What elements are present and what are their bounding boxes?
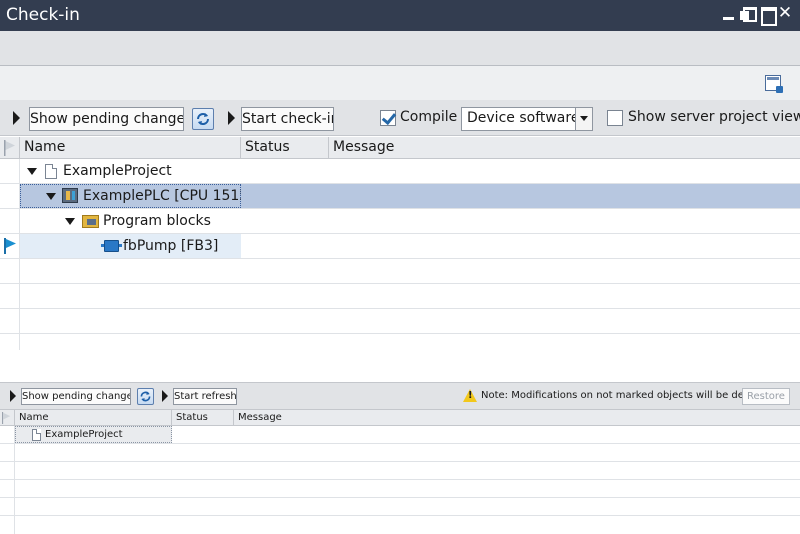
device-software-select[interactable]: Device software (o bbox=[461, 107, 593, 131]
restore-button[interactable]: Restore bbox=[742, 388, 790, 405]
refresh-grid: ExampleProject bbox=[0, 426, 800, 534]
tree-item-label: ExamplePLC [CPU 1515-... bbox=[83, 188, 241, 204]
column-header-status[interactable]: Status bbox=[172, 410, 234, 425]
column-header-name[interactable]: Name bbox=[20, 137, 241, 158]
empty-row bbox=[0, 284, 800, 309]
empty-row bbox=[0, 498, 800, 516]
flag-cell[interactable] bbox=[0, 184, 20, 208]
project-icon bbox=[32, 429, 41, 441]
empty-row bbox=[0, 259, 800, 284]
flag-cell bbox=[0, 498, 15, 515]
empty-row bbox=[0, 480, 800, 498]
tree-item-label: ExampleProject bbox=[63, 163, 172, 179]
toolbar-handle-icon bbox=[10, 390, 16, 402]
function-block-icon bbox=[101, 240, 122, 252]
tree-item-label: ExampleProject bbox=[45, 429, 123, 440]
flag-column-header bbox=[0, 137, 20, 158]
separator-gap bbox=[0, 350, 800, 380]
refresh-icon[interactable] bbox=[192, 108, 214, 130]
toolbar-handle-icon bbox=[228, 111, 235, 125]
empty-row bbox=[0, 462, 800, 480]
tree-row[interactable]: ExampleProject bbox=[0, 426, 800, 444]
checkin-grid: ExampleProject ExamplePLC [CPU 1515-... … bbox=[0, 159, 800, 350]
tree-row-selected[interactable]: ExamplePLC [CPU 1515-... bbox=[0, 184, 800, 209]
refresh-toolbar: Show pending changes Start refresh Note:… bbox=[0, 382, 800, 410]
tree-row[interactable]: Program blocks bbox=[0, 209, 800, 234]
toolbar-handle-icon bbox=[162, 390, 168, 402]
grid-header: Name Status Message bbox=[0, 137, 800, 159]
flag-cell bbox=[0, 480, 15, 497]
device-software-value: Device software (o bbox=[467, 110, 575, 126]
panel-options-bar bbox=[0, 66, 800, 100]
empty-row bbox=[0, 334, 800, 350]
show-server-project-view-checkbox[interactable] bbox=[607, 110, 623, 126]
empty-row bbox=[0, 444, 800, 462]
flag-cell bbox=[0, 309, 20, 333]
flag-header-icon bbox=[4, 140, 15, 156]
maximize-icon[interactable] bbox=[759, 6, 777, 26]
tree-item-label: Program blocks bbox=[103, 213, 211, 229]
flag-column-header bbox=[0, 410, 15, 425]
toolbar-handle-icon bbox=[13, 111, 20, 125]
expand-arrow-icon[interactable] bbox=[65, 218, 75, 225]
tree-row[interactable]: fbPump [FB3] bbox=[0, 234, 800, 259]
flag-icon[interactable] bbox=[4, 238, 16, 254]
tree-row[interactable]: ExampleProject bbox=[0, 159, 800, 184]
column-header-name[interactable]: Name bbox=[15, 410, 172, 425]
show-pending-changes-button[interactable]: Show pending changes bbox=[29, 107, 184, 131]
compile-checkbox[interactable] bbox=[380, 110, 396, 126]
column-header-message[interactable]: Message bbox=[234, 410, 800, 425]
panel-settings-icon[interactable] bbox=[765, 75, 783, 93]
start-refresh-button[interactable]: Start refresh bbox=[173, 388, 237, 405]
chevron-down-icon[interactable] bbox=[575, 108, 592, 130]
checkin-toolbar: Show pending changes Start check-in Comp… bbox=[0, 100, 800, 136]
start-checkin-button[interactable]: Start check-in bbox=[241, 107, 334, 131]
column-header-status[interactable]: Status bbox=[241, 137, 329, 158]
expand-arrow-icon[interactable] bbox=[46, 193, 56, 200]
flag-cell bbox=[0, 259, 20, 283]
flag-cell bbox=[0, 444, 15, 461]
column-header-message[interactable]: Message bbox=[329, 137, 800, 158]
flag-cell[interactable] bbox=[0, 159, 20, 183]
bottom-grid-header: Name Status Message bbox=[0, 410, 800, 426]
secondary-bar bbox=[0, 31, 800, 66]
refresh-icon[interactable] bbox=[137, 388, 154, 405]
project-icon bbox=[45, 164, 57, 179]
show-server-project-view-label: Show server project view bbox=[628, 109, 800, 125]
compile-label: Compile bbox=[400, 109, 458, 125]
close-icon[interactable]: ✕ bbox=[777, 5, 793, 22]
flag-cell[interactable] bbox=[0, 426, 15, 443]
flag-cell[interactable] bbox=[0, 209, 20, 233]
flag-header-icon bbox=[2, 412, 11, 424]
tree-item-label: fbPump [FB3] bbox=[123, 238, 219, 254]
flag-cell bbox=[0, 516, 15, 534]
empty-row bbox=[0, 309, 800, 334]
expand-arrow-icon[interactable] bbox=[27, 168, 37, 175]
minimize-icon[interactable] bbox=[721, 6, 737, 22]
flag-cell bbox=[0, 284, 20, 308]
window-title: Check-in bbox=[6, 5, 80, 25]
show-pending-changes-button[interactable]: Show pending changes bbox=[21, 388, 131, 405]
title-bar: Check-in ✕ bbox=[0, 0, 800, 31]
flag-cell bbox=[0, 462, 15, 479]
flag-cell bbox=[0, 334, 20, 350]
note-text: Note: Modifications on not marked object… bbox=[481, 390, 773, 401]
empty-row bbox=[0, 516, 800, 534]
warning-icon bbox=[463, 389, 477, 402]
plc-icon bbox=[62, 188, 78, 203]
folder-icon bbox=[82, 215, 99, 228]
float-window-icon[interactable] bbox=[739, 6, 757, 22]
